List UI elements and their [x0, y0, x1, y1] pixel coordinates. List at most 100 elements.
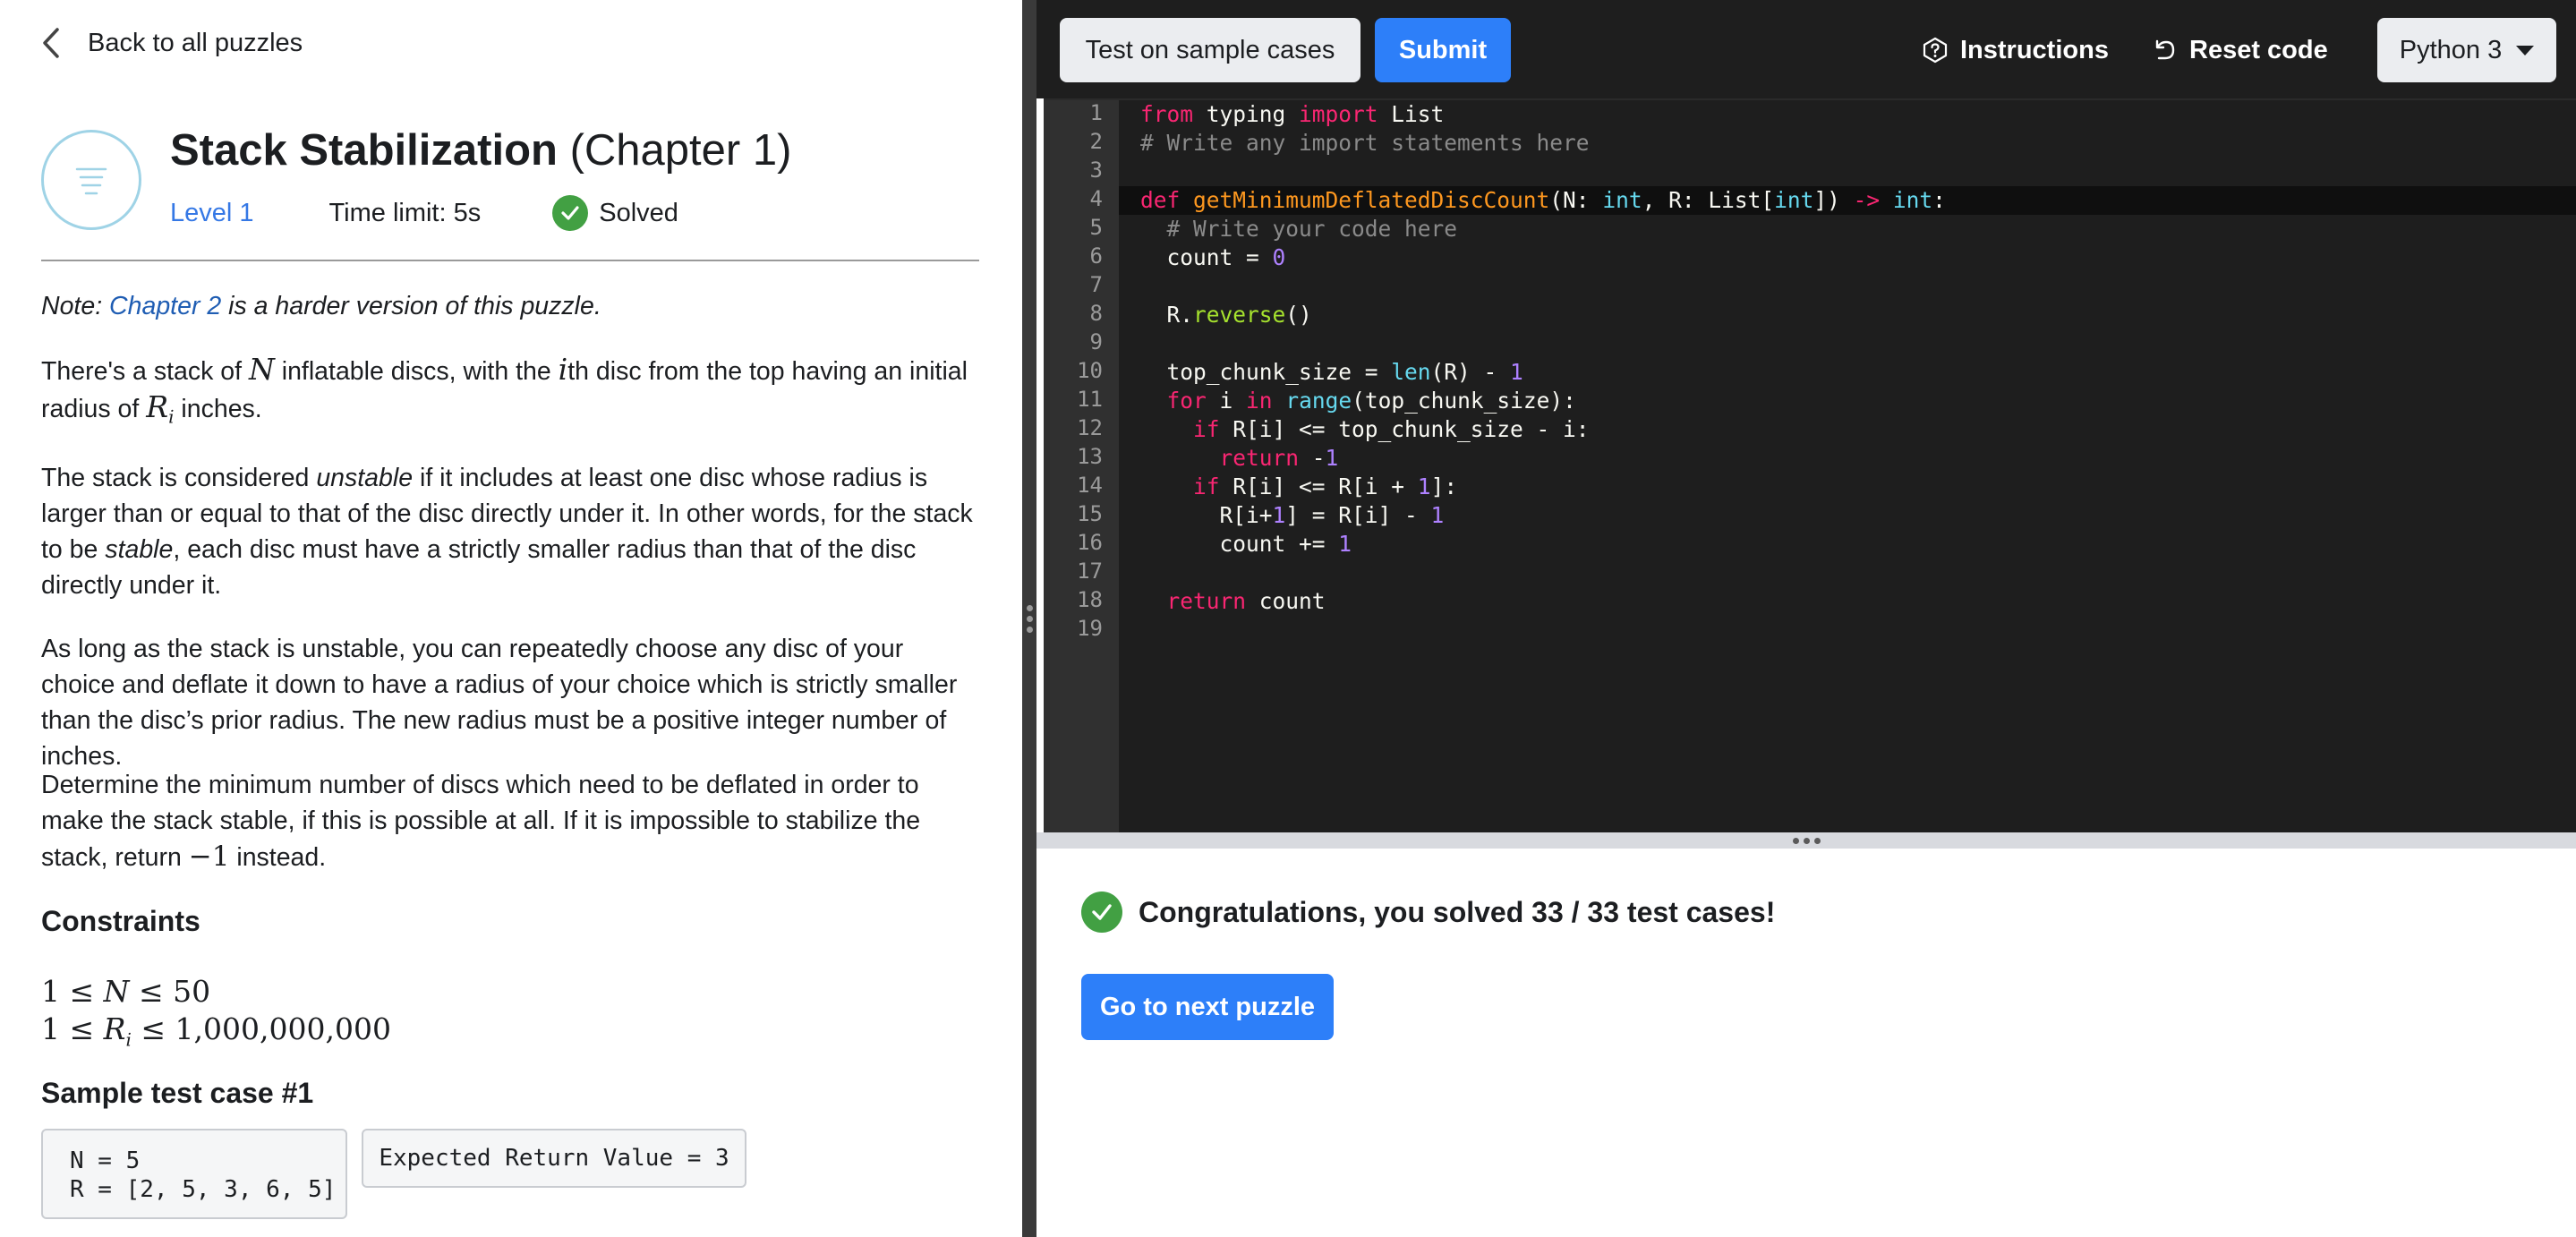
divider	[41, 260, 979, 261]
language-value: Python 3	[2399, 35, 2503, 64]
code-line[interactable]: count = 0	[1119, 243, 2576, 272]
page-title: Stack Stabilization (Chapter 1)	[170, 125, 791, 175]
code-line[interactable]: R[i+1] = R[i] - 1	[1119, 501, 2576, 530]
puzzle-chapter: (Chapter 1)	[569, 126, 792, 175]
language-select[interactable]: Python 3	[2377, 18, 2556, 82]
constraints-heading: Constraints	[41, 905, 200, 937]
p2-text-c: , each disc must have a strictly smaller…	[41, 535, 917, 600]
line-number: 6	[1089, 243, 1103, 269]
description-paragraph-3: As long as the stack is unstable, you ca…	[41, 635, 958, 771]
code-line[interactable]: # Write your code here	[1119, 215, 2576, 243]
line-number: 8	[1089, 301, 1103, 326]
description-paragraph-2: The stack is considered unstable if it i…	[41, 460, 981, 603]
sample-heading: Sample test case #1	[41, 1077, 314, 1109]
back-to-puzzles-link[interactable]: Back to all puzzles	[41, 23, 303, 63]
code-line[interactable]: return -1	[1119, 444, 2576, 473]
p4-text-a: Determine the minimum number of discs wh…	[41, 771, 921, 872]
grip-dot	[1792, 837, 1799, 844]
code-line[interactable]: from typing import List	[1119, 100, 2576, 129]
instructions-label: Instructions	[1960, 35, 2109, 64]
note-paragraph: Note: Chapter 2 is a harder version of t…	[41, 288, 981, 324]
p1-text-d: inches.	[174, 395, 262, 423]
code-editor[interactable]: 1 2 3 4 5 6 7 8 9 10 11 12 13 14 15 16 1…	[1044, 98, 2576, 832]
c2-var: R	[103, 1011, 126, 1046]
check-circle-icon	[552, 195, 589, 231]
p4-text-b: instead.	[229, 843, 327, 872]
grip-dot	[1813, 837, 1821, 844]
code-line[interactable]: if R[i] <= R[i + 1]:	[1119, 473, 2576, 501]
undo-icon	[2155, 39, 2175, 60]
caret-down-icon	[2516, 45, 2535, 55]
line-number: 17	[1077, 559, 1103, 584]
chapter-2-link[interactable]: Chapter 2	[109, 292, 221, 320]
level-link[interactable]: Level 1	[170, 199, 254, 228]
c1-b: ≤ 50	[129, 974, 211, 1009]
line-number: 16	[1077, 530, 1103, 555]
code-line[interactable]: def getMinimumDeflatedDiscCount(N: int, …	[1119, 186, 2576, 215]
code-area[interactable]: from typing import List # Write any impor…	[1119, 100, 2576, 832]
success-message: Congratulations, you solved 33 / 33 test…	[1081, 891, 1775, 933]
line-number: 14	[1077, 473, 1103, 498]
submit-button[interactable]: Submit	[1375, 18, 1511, 82]
description-paragraph-1: There's a stack of N inflatable discs, w…	[41, 352, 981, 435]
chevron-left-icon	[43, 28, 59, 58]
sample-output: Expected Return Value = 3	[362, 1129, 746, 1188]
editor-panel: Test on sample cases Submit Instructions…	[1036, 0, 2576, 1237]
code-line[interactable]	[1119, 616, 2576, 644]
test-sample-cases-button[interactable]: Test on sample cases	[1060, 18, 1361, 82]
solved-status: Solved	[552, 195, 678, 231]
code-line[interactable]: # Write any import statements here	[1119, 129, 2576, 158]
puzzle-icon	[41, 130, 141, 230]
code-line[interactable]: for i in range(top_chunk_size):	[1119, 387, 2576, 415]
p2-em-unstable: unstable	[316, 464, 414, 492]
line-number: 1	[1089, 100, 1103, 125]
panel-resize-handle[interactable]	[1022, 0, 1036, 1237]
line-number: 4	[1089, 186, 1103, 211]
constraint-r: 1 ≤ Ri ≤ 1,000,000,000	[41, 1011, 391, 1051]
grip-dots-icon	[1026, 604, 1033, 633]
back-link-label: Back to all puzzles	[88, 28, 303, 57]
code-line[interactable]: top_chunk_size = len(R) - 1	[1119, 358, 2576, 387]
code-line[interactable]	[1119, 158, 2576, 186]
line-number: 9	[1089, 329, 1103, 354]
reset-code-button[interactable]: Reset code	[2150, 18, 2328, 82]
line-number: 19	[1077, 616, 1103, 641]
line-number: 5	[1089, 215, 1103, 240]
solved-label: Solved	[599, 198, 678, 227]
code-line[interactable]: count += 1	[1119, 530, 2576, 559]
code-line[interactable]	[1119, 329, 2576, 358]
puzzle-meta: Level 1 Time limit: 5s Solved	[170, 195, 678, 231]
line-number: 13	[1077, 444, 1103, 469]
p2-em-stable: stable	[105, 535, 174, 564]
help-circle-icon	[1923, 37, 1948, 64]
c2-a: 1 ≤	[41, 1011, 104, 1046]
line-number-gutter: 1 2 3 4 5 6 7 8 9 10 11 12 13 14 15 16 1…	[1044, 100, 1119, 832]
grip-dot	[1803, 837, 1810, 844]
p1-text-a: There's a stack of	[41, 357, 249, 386]
p2-text-a: The stack is considered	[41, 464, 317, 492]
time-limit: Time limit: 5s	[328, 198, 482, 227]
p1-var-i: i	[558, 352, 568, 387]
p1-var-n: N	[248, 352, 275, 387]
instructions-button[interactable]: Instructions	[1921, 18, 2109, 82]
code-line[interactable]: if R[i] <= top_chunk_size - i:	[1119, 415, 2576, 444]
next-puzzle-button[interactable]: Go to next puzzle	[1081, 974, 1334, 1040]
problem-panel: Back to all puzzles Stack Stabilization …	[0, 0, 1022, 1237]
line-number: 7	[1089, 272, 1103, 297]
check-circle-icon	[1081, 891, 1122, 933]
results-panel: Congratulations, you solved 33 / 33 test…	[1036, 849, 2576, 1237]
c1-a: 1 ≤	[41, 974, 104, 1009]
code-line[interactable]	[1119, 559, 2576, 587]
code-line[interactable]: return count	[1119, 587, 2576, 616]
line-number: 18	[1077, 587, 1103, 612]
puzzle-title: Stack Stabilization	[170, 126, 558, 175]
code-line[interactable]	[1119, 272, 2576, 301]
line-number: 15	[1077, 501, 1103, 526]
editor-toolbar: Test on sample cases Submit Instructions…	[1036, 0, 2576, 98]
code-line[interactable]: R.reverse()	[1119, 301, 2576, 329]
sample-input: N = 5 R = [2, 5, 3, 6, 5]	[41, 1129, 347, 1219]
reset-code-label: Reset code	[2189, 35, 2328, 64]
p1-text-b: inflatable discs, with the	[274, 357, 559, 386]
results-resize-handle[interactable]	[1036, 832, 2576, 849]
line-number: 12	[1077, 415, 1103, 440]
